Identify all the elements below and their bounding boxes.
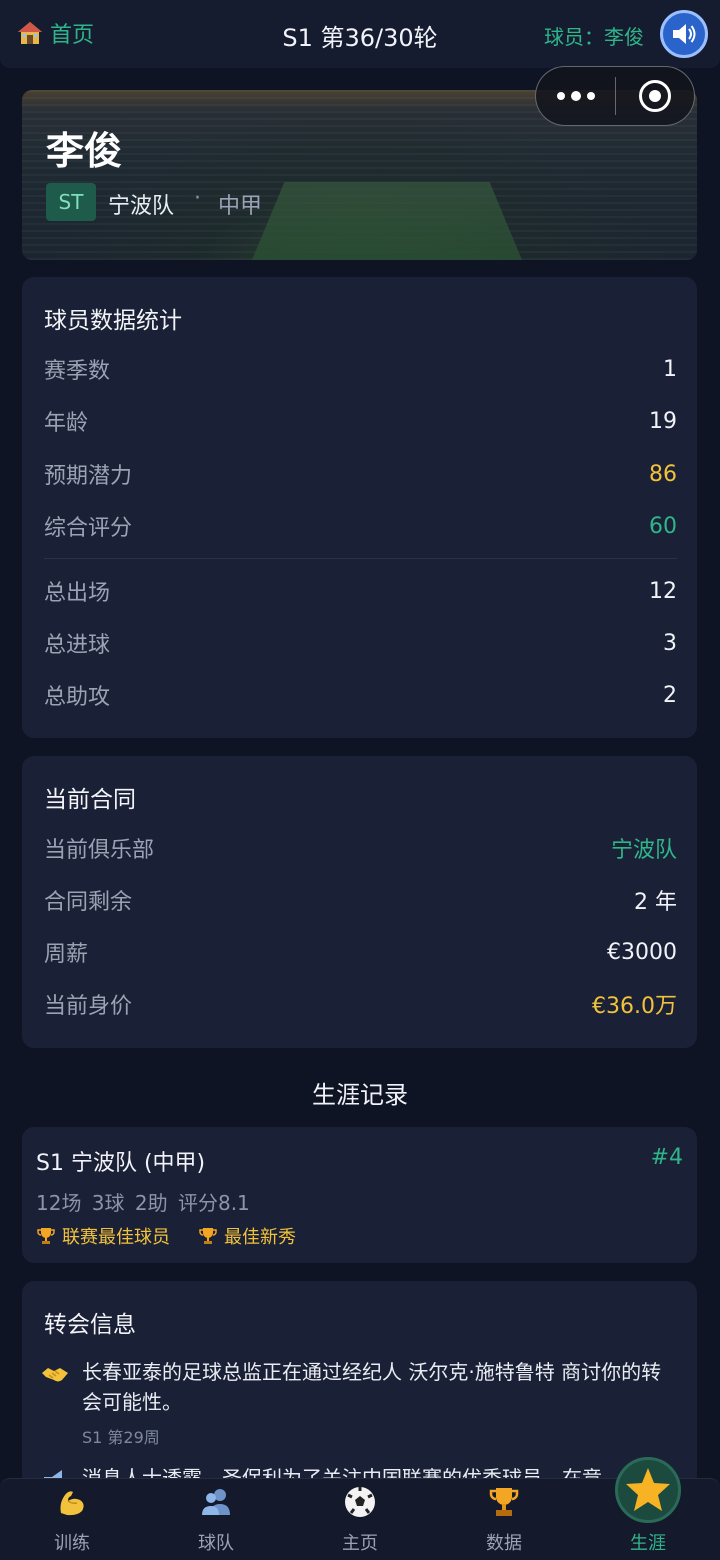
- contract-value: €3000: [607, 939, 677, 965]
- contract-label: 周薪: [44, 942, 89, 967]
- contract-label: 合同剩余: [44, 890, 133, 915]
- career-rank: #4: [650, 1145, 683, 1170]
- stat-row-potential: 预期潜力 86: [44, 459, 677, 490]
- active-tab-bubble: [615, 1457, 681, 1523]
- contract-label: 当前俱乐部: [44, 838, 155, 863]
- stats-card: 球员数据统计 赛季数 1 年龄 19 预期潜力 86 综合评分 60 总出场 1…: [22, 277, 697, 738]
- team-icon: [197, 1483, 235, 1521]
- nav-item-data[interactable]: 数据: [432, 1479, 576, 1560]
- nav-label: 数据: [486, 1533, 522, 1554]
- career-entry[interactable]: S1 宁波队 (中甲) #4 12场 3球 2助 评分8.1 联赛最佳球员 最佳…: [22, 1127, 697, 1263]
- player-name: 李俊: [46, 129, 123, 173]
- news-meta: S1 第29周: [82, 1428, 160, 1447]
- more-dot: [556, 92, 565, 100]
- target-icon: [639, 80, 671, 112]
- stat-row-seasons: 赛季数 1: [44, 354, 677, 385]
- stat-row-goals: 总进球 3: [44, 628, 677, 659]
- position-badge: ST: [46, 183, 96, 221]
- award-badge: 联赛最佳球员: [36, 1223, 170, 1249]
- nav-label: 训练: [54, 1533, 90, 1554]
- award-label: 联赛最佳球员: [62, 1227, 170, 1248]
- contract-row-wage: 周薪 €3000: [44, 937, 677, 968]
- nav-label: 主页: [342, 1533, 378, 1554]
- player-league: 中甲: [218, 194, 263, 219]
- player-tag: 球员：李俊: [544, 25, 644, 49]
- close-miniprogram-button[interactable]: [616, 80, 694, 112]
- nav-label: 球队: [198, 1533, 234, 1554]
- career-season-team: S1 宁波队 (中甲): [36, 1151, 206, 1176]
- news-text: 长春亚泰的足球总监正在通过经纪人 沃尔克·施特鲁特 商讨你的转会可能性。: [82, 1360, 662, 1414]
- more-dot: [570, 91, 581, 101]
- stat-row-assists: 总助攻 2: [44, 680, 677, 711]
- more-button[interactable]: [536, 91, 615, 101]
- career-stats: 12场 3球 2助 评分8.1: [36, 1191, 250, 1215]
- contract-value: 2 年: [634, 890, 677, 915]
- nav-label: 生涯: [630, 1533, 666, 1554]
- trophy-icon: [37, 1228, 55, 1244]
- stat-value: 1: [663, 356, 677, 382]
- stat-row-rating: 综合评分 60: [44, 511, 677, 542]
- stat-value: 60: [649, 513, 677, 539]
- speaker-icon: [673, 24, 696, 44]
- nav-item-career[interactable]: 生涯: [576, 1457, 720, 1560]
- career-section-title: 生涯记录: [312, 1081, 408, 1109]
- more-dot: [586, 92, 595, 100]
- stat-label: 总进球: [44, 633, 111, 658]
- contract-row-remaining: 合同剩余 2 年: [44, 885, 677, 915]
- stat-value: 86: [649, 461, 677, 487]
- stat-label: 赛季数: [44, 359, 111, 384]
- stat-label: 年龄: [44, 411, 89, 436]
- muscle-icon: [53, 1483, 91, 1521]
- nav-item-training[interactable]: 训练: [0, 1479, 144, 1560]
- stat-value: 3: [663, 630, 677, 656]
- handshake-icon: [42, 1368, 68, 1382]
- contract-row-club: 当前俱乐部 宁波队: [44, 833, 677, 863]
- award-badge: 最佳新秀: [198, 1223, 296, 1249]
- bottom-nav: 训练 球队 主页 数据 生涯: [0, 1457, 720, 1560]
- stat-value: 2: [663, 682, 677, 708]
- trophy-icon: [485, 1483, 523, 1521]
- stat-label: 综合评分: [44, 516, 133, 541]
- contract-label: 当前身价: [44, 994, 133, 1019]
- stat-row-appearances: 总出场 12: [44, 576, 677, 607]
- award-label: 最佳新秀: [224, 1227, 296, 1248]
- top-bar: 首页 S1 第36/30轮 球员：李俊: [0, 0, 720, 68]
- stat-value: 19: [649, 408, 677, 434]
- stat-row-age: 年龄 19: [44, 406, 677, 437]
- separator-dot: ·: [194, 186, 201, 211]
- contract-value: €36.0万: [592, 994, 677, 1019]
- pitch-graphic: [252, 182, 522, 260]
- contract-card: 当前合同 当前俱乐部 宁波队 合同剩余 2 年 周薪 €3000 当前身价 €3…: [22, 756, 697, 1048]
- star-icon: [626, 1468, 670, 1511]
- contract-title: 当前合同: [44, 787, 136, 813]
- contract-row-market-value: 当前身价 €36.0万: [44, 989, 677, 1019]
- transfer-title: 转会信息: [44, 1312, 136, 1338]
- soccer-ball-icon: [341, 1483, 379, 1521]
- nav-item-team[interactable]: 球队: [144, 1479, 288, 1560]
- miniprogram-capsule: [535, 66, 695, 126]
- nav-item-home[interactable]: 主页: [288, 1479, 432, 1560]
- divider: [44, 558, 677, 559]
- sound-button[interactable]: [660, 10, 708, 58]
- stat-label: 预期潜力: [44, 464, 133, 489]
- player-team: 宁波队: [108, 194, 175, 219]
- stat-value: 12: [649, 578, 677, 604]
- trophy-icon: [199, 1228, 217, 1244]
- stat-label: 总出场: [44, 581, 111, 606]
- transfer-news-item: 长春亚泰的足球总监正在通过经纪人 沃尔克·施特鲁特 商讨你的转会可能性。 S1 …: [40, 1357, 677, 1447]
- stat-label: 总助攻: [44, 685, 111, 710]
- stats-title: 球员数据统计: [44, 308, 182, 334]
- contract-value: 宁波队: [610, 838, 677, 863]
